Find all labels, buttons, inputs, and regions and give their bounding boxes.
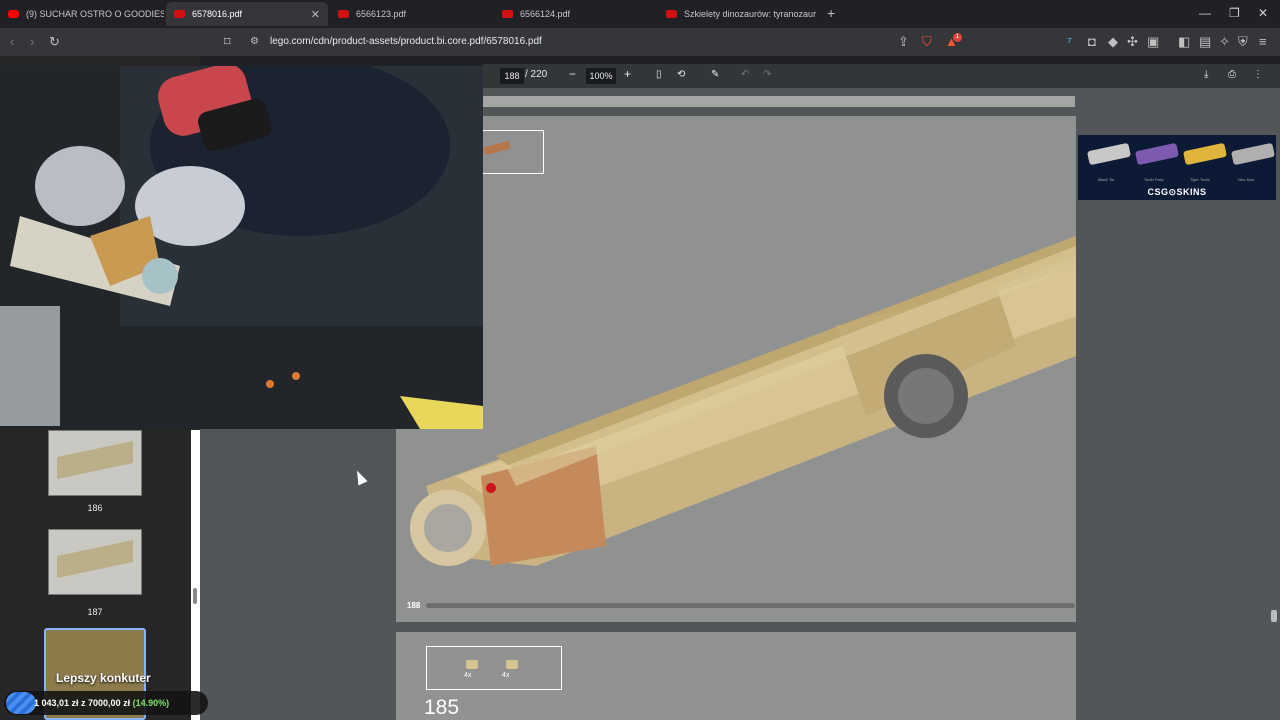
thumbnail-page[interactable]	[48, 529, 142, 595]
pdf-page-current	[396, 116, 1076, 622]
lego-part-illustration	[506, 660, 518, 669]
extension-icon[interactable]: ◆	[1108, 34, 1118, 50]
tab-strip: (9) SUCHAR OSTRO O GOODIES! OD 6578016.p…	[0, 0, 1280, 28]
ad-caption: Neo-Noir	[1238, 177, 1255, 182]
sidebar-icon[interactable]: ◧	[1178, 34, 1190, 50]
tab-label: Szkielety dinozaurów: tyranozaur 76	[684, 9, 818, 19]
address-bar[interactable]: lego.com/cdn/product-assets/product.bi.c…	[270, 36, 542, 47]
lego-icon	[174, 10, 185, 18]
extension-icon[interactable]: ⁷	[1067, 34, 1072, 50]
lego-icon	[338, 10, 349, 18]
new-tab-button[interactable]: +	[827, 5, 835, 21]
minimize-button[interactable]: —	[1199, 6, 1211, 20]
donation-goal-text: 1 043,01 zł z 7000,00 zł (14.90%)	[34, 698, 169, 708]
tab-youtube[interactable]: (9) SUCHAR OSTRO O GOODIES! OD	[0, 2, 164, 26]
rotate-icon[interactable]: ⟲	[677, 69, 685, 80]
forward-icon[interactable]: ›	[30, 34, 34, 50]
ad-brand: CSG⊙SKINS	[1147, 187, 1207, 197]
ad-caption: Tiger Tooth	[1190, 177, 1210, 182]
reload-icon[interactable]: ↻	[49, 34, 60, 50]
rewards-badge: 1	[953, 33, 962, 42]
step-number: 185	[424, 696, 460, 719]
page-total: / 220	[525, 69, 548, 80]
parts-list-box	[426, 646, 562, 690]
tab-label: 6566123.pdf	[356, 9, 407, 19]
skin-image	[1231, 142, 1275, 166]
brave-shield-icon[interactable]: ⛉	[922, 34, 932, 50]
donation-amount: 1 043,01 zł z 7000,00 zł	[34, 698, 131, 708]
maximize-button[interactable]: ❐	[1229, 6, 1240, 20]
skin-image	[1087, 142, 1131, 166]
fit-page-icon[interactable]: ▯	[656, 69, 662, 80]
thumbnail-page[interactable]	[48, 430, 142, 496]
tab-pdf-3[interactable]: 6566124.pdf	[494, 2, 656, 26]
more-options-icon[interactable]: ⋮	[1253, 69, 1263, 80]
lego-icon	[666, 10, 677, 18]
lego-model-illustration	[410, 236, 1076, 566]
skin-image	[1135, 142, 1179, 166]
close-tab-icon[interactable]: ✕	[311, 8, 320, 21]
ad-banner[interactable]: Black Tie Tooth Fairy Tiger Tooth Neo-No…	[1078, 135, 1276, 200]
page-number-input[interactable]: 188	[500, 68, 524, 84]
ad-caption: Tooth Fairy	[1144, 177, 1164, 182]
tab-dinosaurs[interactable]: Szkielety dinozaurów: tyranozaur 76	[658, 2, 818, 26]
webcam-video	[0, 66, 483, 429]
thumbnail-number: 186	[87, 503, 103, 513]
tab-pdf-active[interactable]: 6578016.pdf ✕	[166, 2, 328, 26]
vpn-icon[interactable]: ⛨	[1238, 34, 1248, 50]
zoom-in-button[interactable]: +	[624, 67, 631, 81]
redo-icon[interactable]: ↷	[763, 69, 771, 80]
part-quantity: 4x	[464, 672, 472, 679]
sidebar-scroll-thumb[interactable]	[193, 588, 197, 604]
lego-part-illustration	[466, 660, 478, 669]
donation-progress-icon	[6, 692, 36, 714]
webcam-image	[0, 66, 483, 429]
ad-caption: Black Tie	[1098, 177, 1115, 182]
download-icon[interactable]: ⤓	[1204, 69, 1208, 80]
leo-icon[interactable]: ✧	[1219, 34, 1230, 50]
print-icon[interactable]: ⎙	[1228, 69, 1236, 80]
annotate-icon[interactable]: ✎	[711, 69, 719, 80]
share-icon[interactable]: ⇪	[898, 34, 909, 50]
part-quantity: 4x	[502, 672, 510, 679]
page-scrollbar-thumb[interactable]	[1271, 610, 1277, 622]
stream-overlay-title: Lepszy konkuter	[56, 671, 151, 685]
undo-icon[interactable]: ↶	[741, 69, 749, 80]
youtube-icon	[8, 10, 19, 18]
close-window-button[interactable]: ✕	[1258, 6, 1268, 20]
page-progress-bar	[426, 603, 1075, 608]
sidebar-scrollbar[interactable]	[191, 430, 200, 720]
pdf-page-previous	[483, 96, 1075, 107]
site-info-icon[interactable]: ⚙	[250, 34, 259, 50]
extensions-puzzle-icon[interactable]: ✣	[1127, 34, 1138, 50]
skin-image	[1183, 142, 1227, 166]
zoom-out-button[interactable]: −	[569, 67, 576, 81]
back-icon[interactable]: ‹	[10, 34, 14, 50]
zoom-level[interactable]: 100%	[586, 68, 616, 84]
tab-label: 6566124.pdf	[520, 9, 571, 19]
donation-percent: (14.90%)	[132, 698, 170, 708]
bookmark-icon[interactable]: ⌑	[224, 34, 231, 50]
browser-toolbar: ‹ › ↻ ⌑ ⚙ lego.com/cdn/product-assets/pr…	[0, 28, 1280, 56]
extension-icon[interactable]: ◘	[1088, 34, 1096, 50]
tab-label: 6578016.pdf	[192, 9, 243, 19]
lego-icon	[502, 10, 513, 18]
tab-label: (9) SUCHAR OSTRO O GOODIES! OD	[26, 9, 164, 19]
tab-pdf-2[interactable]: 6566123.pdf	[330, 2, 492, 26]
extension-icon[interactable]: ▣	[1147, 34, 1159, 50]
page-number-label: 188	[407, 601, 421, 610]
menu-icon[interactable]: ≡	[1259, 34, 1267, 50]
thumbnail-number: 187	[87, 607, 103, 617]
wallet-icon[interactable]: ▤	[1199, 34, 1211, 50]
